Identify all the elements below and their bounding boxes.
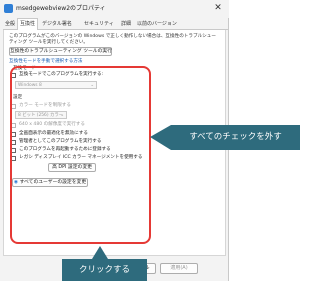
title-bar: msedgewebview2のプロパティ ✕ <box>0 0 229 18</box>
uncheck-all-callout: すべてのチェックを外す <box>171 125 300 150</box>
tab-details[interactable]: 詳細 <box>119 19 133 30</box>
tab-compatibility[interactable]: 互換性 <box>17 18 39 30</box>
callout-pointer-up <box>92 246 108 259</box>
tab-general[interactable]: 全般 <box>3 19 17 30</box>
click-here-callout: クリックする <box>62 259 147 281</box>
apply-button[interactable]: 適用(A) <box>160 263 198 274</box>
intro-text: このプログラムがこのバージョンの Windows で正しく動作しない場合は、互換… <box>9 34 216 45</box>
window-title: msedgewebview2のプロパティ <box>16 5 106 12</box>
tab-previous-versions[interactable]: 以前のバージョン <box>135 19 179 30</box>
close-button[interactable]: ✕ <box>211 2 225 14</box>
checkbox-highlight-box <box>10 66 151 244</box>
app-icon <box>4 4 13 13</box>
tab-digital-signature[interactable]: デジタル署名 <box>40 19 74 30</box>
tab-bar: 全般 互換性 デジタル署名 セキュリティ 詳細 以前のバージョン <box>3 18 228 30</box>
manual-select-link[interactable]: 互換性モードを手動で選択する方法 <box>9 59 83 65</box>
tab-security[interactable]: セキュリティ <box>82 19 116 30</box>
callout-pointer-left <box>150 125 171 150</box>
troubleshoot-button[interactable]: 互換性のトラブルシューティング ツールの実行 <box>9 47 112 56</box>
